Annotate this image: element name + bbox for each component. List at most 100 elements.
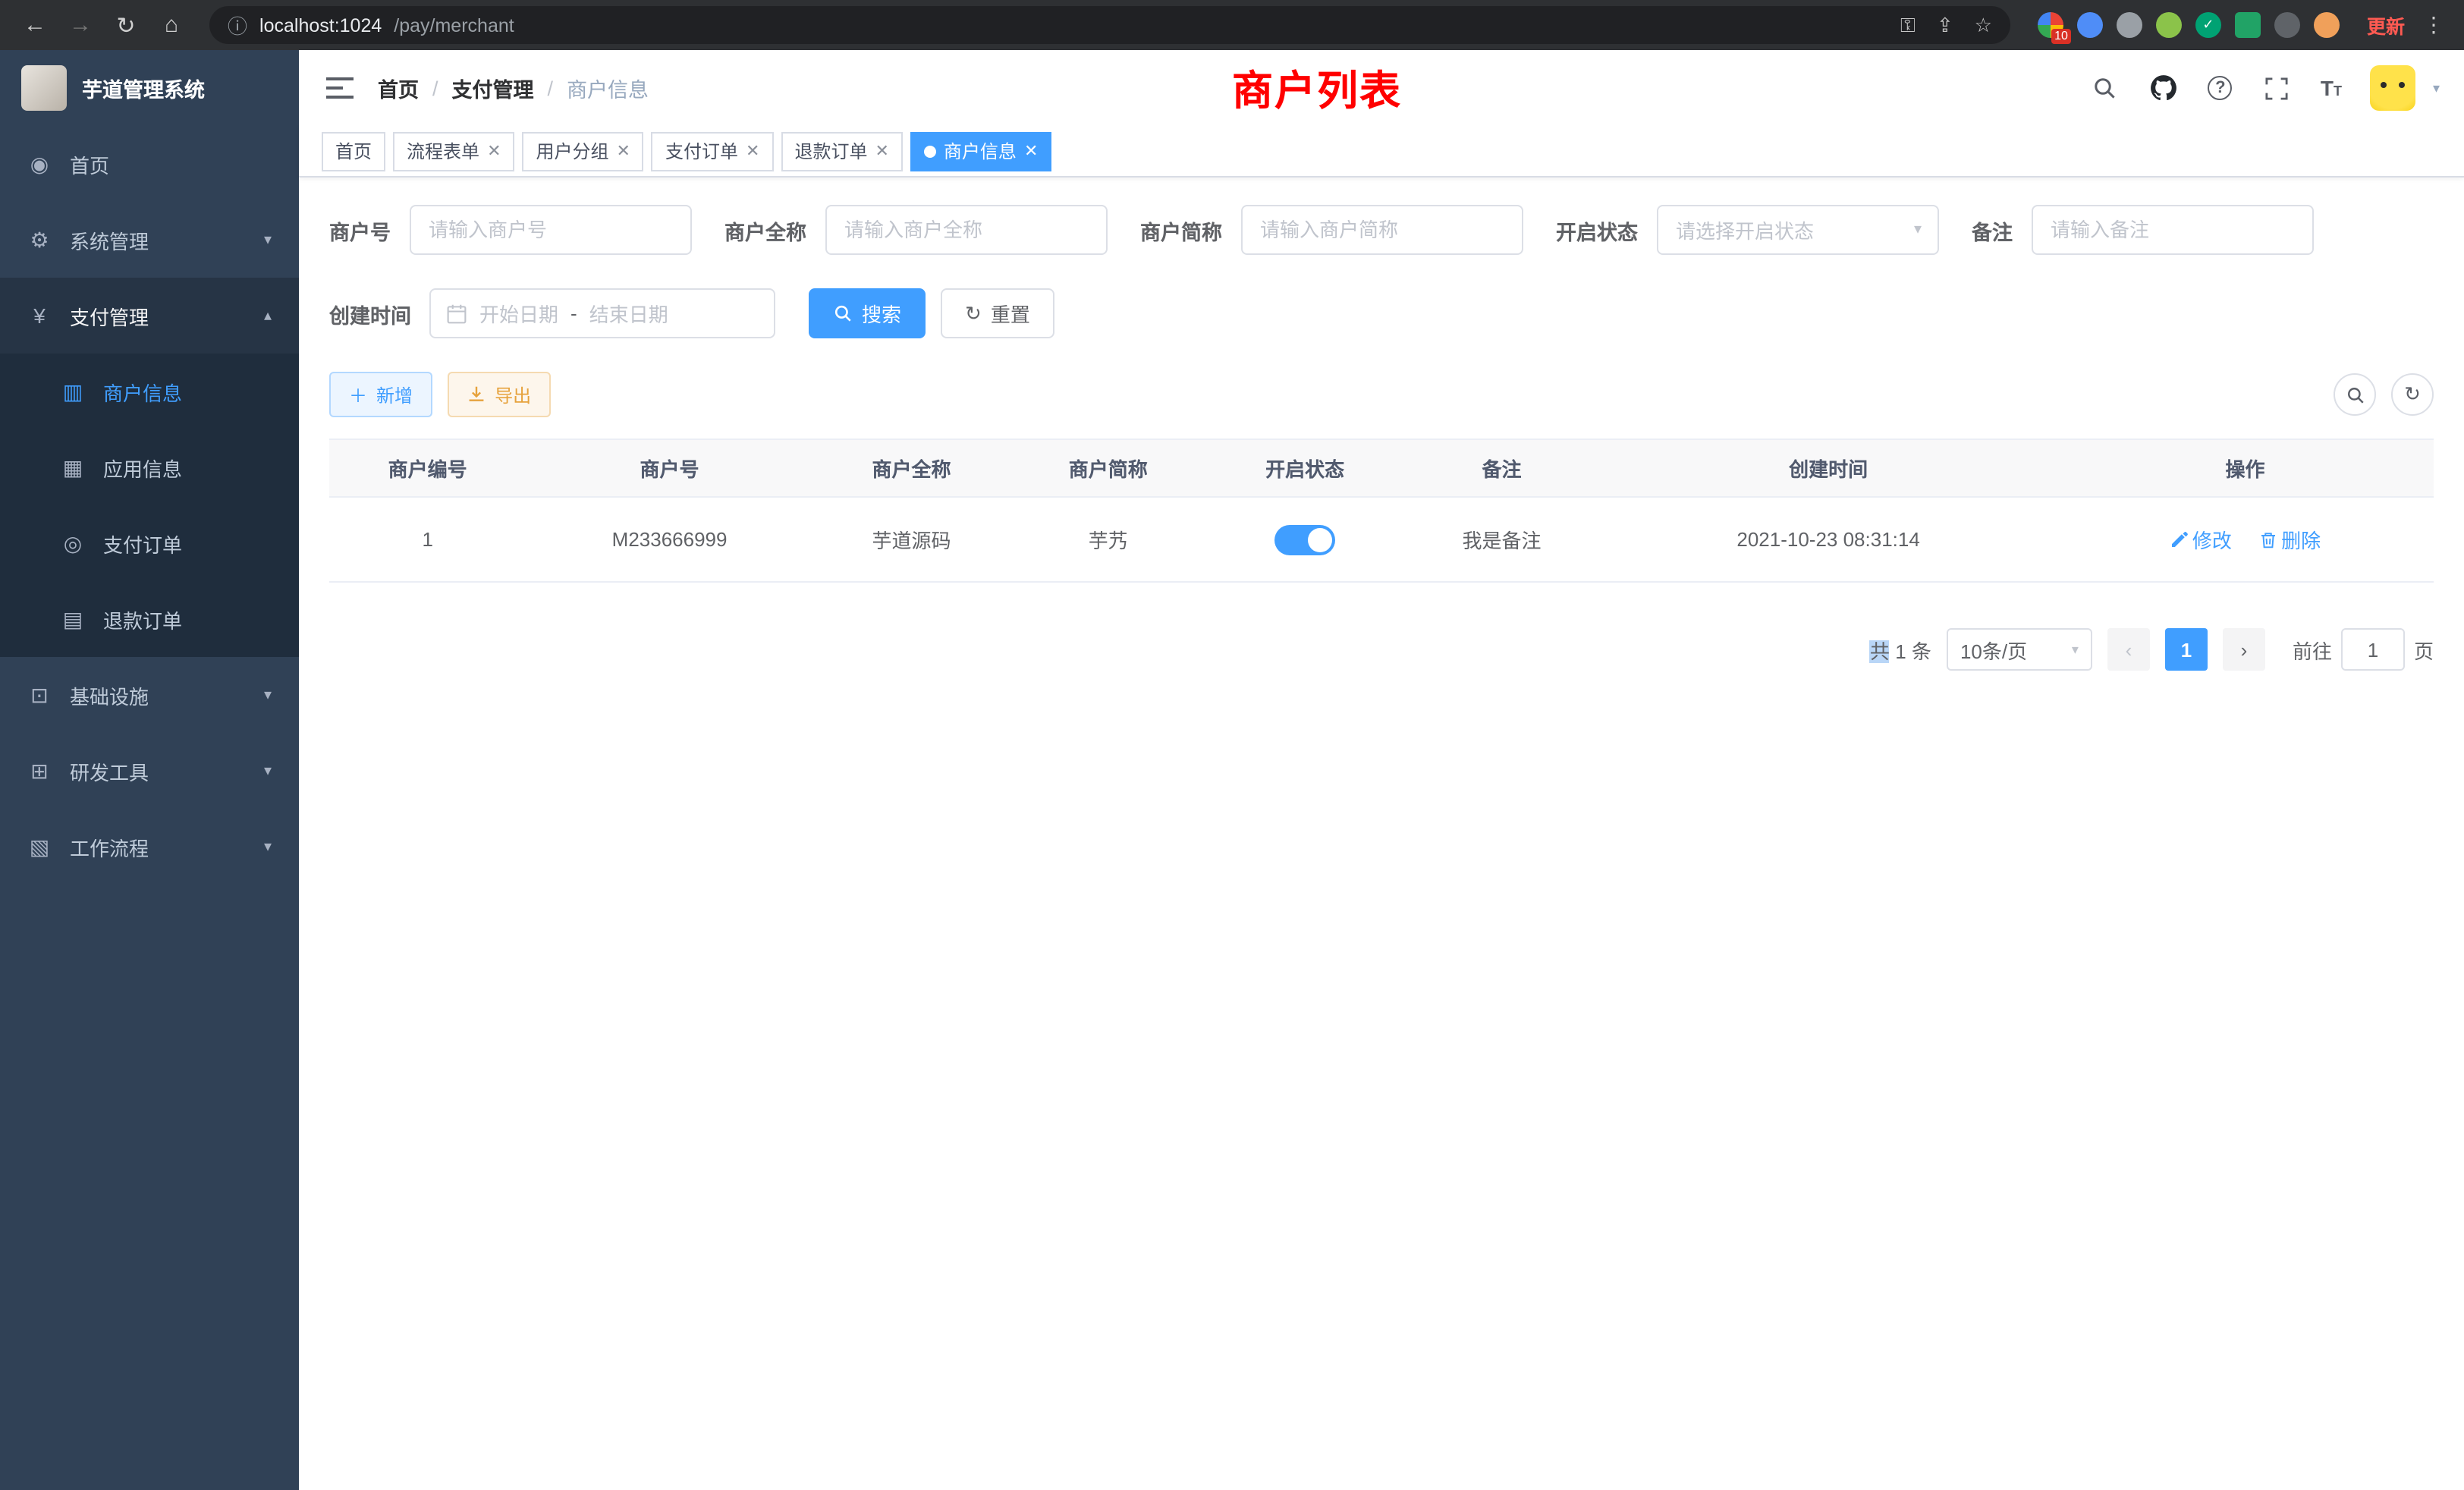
date-start-placeholder: 开始日期 <box>479 299 558 328</box>
export-button[interactable]: 导出 <box>448 372 551 417</box>
extension-blue-icon[interactable] <box>2077 12 2103 38</box>
page-number-button[interactable]: 1 <box>2165 628 2208 671</box>
extension-doc-icon[interactable] <box>2235 12 2261 38</box>
navbar-actions: ? TT ▾ <box>2090 65 2440 111</box>
browser-back-icon[interactable]: ← <box>15 5 55 45</box>
date-range-picker[interactable]: 开始日期 - 结束日期 <box>429 288 775 338</box>
page-size-select[interactable]: 10条/页 ▾ <box>1947 628 2092 671</box>
short-name-input[interactable] <box>1240 205 1523 255</box>
sidebar-item-label: 基础设施 <box>70 681 149 709</box>
browser-update-button[interactable]: 更新 <box>2367 11 2405 39</box>
browser-reload-icon[interactable]: ↻ <box>106 5 146 45</box>
filter-merchant-no: 商户号 <box>329 205 691 255</box>
password-key-icon[interactable]: ⚿ <box>1900 13 1916 37</box>
delete-button[interactable]: 删除 <box>2258 525 2321 554</box>
filter-create-time: 创建时间 开始日期 - 结束日期 <box>329 288 775 338</box>
extension-icons: ✓ <box>2038 12 2340 38</box>
active-tab-dot <box>924 145 936 157</box>
sidebar-item-pay-order[interactable]: ◎ 支付订单 <box>0 505 299 581</box>
extension-puzzle-icon[interactable] <box>2274 12 2300 38</box>
sidebar-item-merchant-info[interactable]: ▥ 商户信息 <box>0 354 299 429</box>
search-icon[interactable] <box>2090 73 2120 103</box>
col-full-name: 商户全称 <box>813 439 1010 497</box>
sidebar-item-label: 退款订单 <box>103 605 182 633</box>
font-size-icon[interactable]: TT <box>2321 76 2342 100</box>
sidebar-item-system[interactable]: ⚙ 系统管理 ▾ <box>0 202 299 278</box>
sidebar-item-label: 应用信息 <box>103 453 182 482</box>
tab-pay-order[interactable]: 支付订单 ✕ <box>652 131 773 171</box>
bookmark-star-icon[interactable]: ☆ <box>1975 13 1992 37</box>
address-bar[interactable]: ⓘ localhost:1024/pay/merchant ⚿ ⇪ ☆ <box>209 6 2010 44</box>
goto-suffix: 页 <box>2414 635 2434 664</box>
add-button-label: 新增 <box>376 382 413 407</box>
toggle-search-icon[interactable] <box>2334 373 2376 416</box>
refresh-table-icon[interactable]: ↻ <box>2391 373 2434 416</box>
edit-button[interactable]: 修改 <box>2170 525 2232 554</box>
hamburger-icon[interactable] <box>323 71 357 105</box>
share-icon[interactable]: ⇪ <box>1937 13 1953 37</box>
sidebar-item-payment[interactable]: ¥ 支付管理 ▴ <box>0 278 299 354</box>
status-toggle[interactable] <box>1274 524 1335 555</box>
search-button[interactable]: 搜索 <box>809 288 926 338</box>
gear-icon: ⚙ <box>27 227 52 253</box>
user-avatar[interactable] <box>2371 65 2416 111</box>
extension-avatar-icon[interactable] <box>2314 12 2340 38</box>
reset-button[interactable]: ↻ 重置 <box>941 288 1054 338</box>
filter-remark: 备注 <box>1972 205 2313 255</box>
breadcrumb-home[interactable]: 首页 <box>378 73 419 103</box>
site-info-icon[interactable]: ⓘ <box>228 11 247 39</box>
edit-button-label: 修改 <box>2192 525 2232 554</box>
close-icon[interactable]: ✕ <box>746 141 759 161</box>
close-icon[interactable]: ✕ <box>875 141 888 161</box>
add-button[interactable]: ＋ 新增 <box>329 372 432 417</box>
tab-process-form[interactable]: 流程表单 ✕ <box>393 131 514 171</box>
browser-forward-icon[interactable]: → <box>61 5 100 45</box>
cell-short-name: 芋艿 <box>1010 497 1206 582</box>
filter-status: 开启状态 请选择开启状态 ▾ <box>1556 205 1938 255</box>
trash-icon <box>2258 530 2277 549</box>
sidebar-item-refund-order[interactable]: ▤ 退款订单 <box>0 581 299 657</box>
status-select[interactable]: 请选择开启状态 ▾ <box>1656 205 1938 255</box>
monitor-icon: ⊡ <box>27 682 52 708</box>
sidebar-item-dev-tools[interactable]: ⊞ 研发工具 ▾ <box>0 733 299 809</box>
extension-check-icon[interactable]: ✓ <box>2195 12 2221 38</box>
help-icon[interactable]: ? <box>2208 76 2233 100</box>
sidebar-item-home[interactable]: ◉ 首页 <box>0 126 299 202</box>
breadcrumb: 首页 / 支付管理 / 商户信息 <box>378 73 649 103</box>
page-size-value: 10条/页 <box>1960 635 2027 664</box>
close-icon[interactable]: ✕ <box>1024 141 1038 161</box>
browser-home-icon[interactable]: ⌂ <box>152 5 191 45</box>
breadcrumb-payment[interactable]: 支付管理 <box>452 73 534 103</box>
table-header-row: 商户编号 商户号 商户全称 商户简称 开启状态 备注 创建时间 操作 <box>329 439 2434 497</box>
col-short-name: 商户简称 <box>1010 439 1206 497</box>
tab-refund-order[interactable]: 退款订单 ✕ <box>781 131 902 171</box>
close-icon[interactable]: ✕ <box>617 141 630 161</box>
sidebar-item-app-info[interactable]: ▦ 应用信息 <box>0 429 299 505</box>
prev-page-button[interactable]: ‹ <box>2107 628 2150 671</box>
tab-label: 用户分组 <box>536 138 609 164</box>
tab-user-group[interactable]: 用户分组 ✕ <box>523 131 644 171</box>
tab-label: 首页 <box>335 138 372 164</box>
avatar-caret-icon[interactable]: ▾ <box>2433 80 2440 96</box>
cell-remark: 我是备注 <box>1403 497 1600 582</box>
close-icon[interactable]: ✕ <box>487 141 501 161</box>
sidebar-item-workflow[interactable]: ▧ 工作流程 ▾ <box>0 809 299 885</box>
extension-colorful-icon[interactable] <box>2038 12 2063 38</box>
merchant-name-input[interactable] <box>825 205 1107 255</box>
fullscreen-icon[interactable] <box>2261 73 2292 103</box>
merchant-no-input[interactable] <box>409 205 691 255</box>
remark-input[interactable] <box>2031 205 2313 255</box>
tab-home[interactable]: 首页 <box>322 131 385 171</box>
sidebar-item-label: 系统管理 <box>70 225 149 254</box>
github-icon[interactable] <box>2149 73 2180 103</box>
sidebar-item-infrastructure[interactable]: ⊡ 基础设施 ▾ <box>0 657 299 733</box>
goto-page-input[interactable] <box>2341 628 2405 671</box>
total-prefix: 共 <box>1870 640 1890 662</box>
extension-gray-icon[interactable] <box>2117 12 2142 38</box>
next-page-button[interactable]: › <box>2223 628 2265 671</box>
extension-green-icon[interactable] <box>2156 12 2182 38</box>
search-button-label: 搜索 <box>862 299 901 328</box>
app-logo[interactable]: 芋道管理系统 <box>0 50 299 126</box>
tab-merchant-info[interactable]: 商户信息 ✕ <box>910 131 1051 171</box>
browser-menu-icon[interactable]: ⋮ <box>2423 12 2446 38</box>
